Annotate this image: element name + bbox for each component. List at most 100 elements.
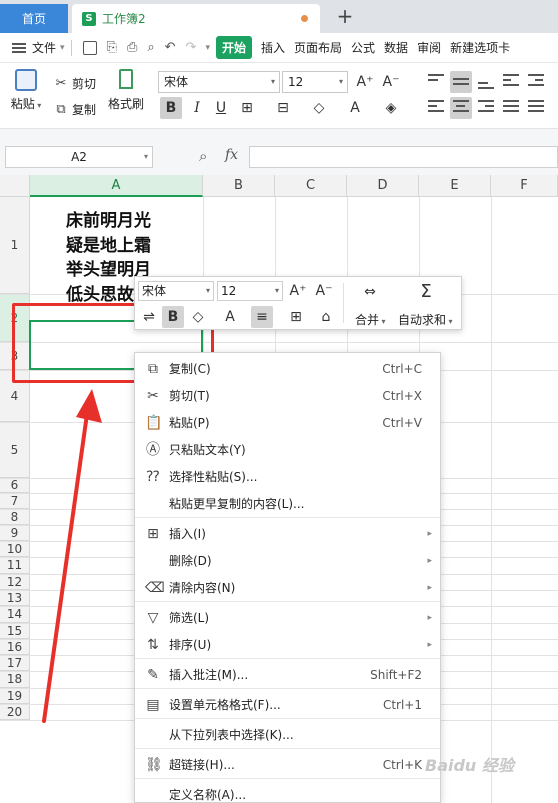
save-icon[interactable] bbox=[82, 40, 97, 55]
redo-icon[interactable]: ↷ bbox=[186, 40, 197, 55]
name-box[interactable]: A2 ▾ bbox=[5, 146, 153, 168]
context-menu-item[interactable]: ▤ 设置单元格格式(F)... Ctrl+1 bbox=[135, 691, 440, 718]
justify-icon[interactable] bbox=[500, 97, 522, 119]
row-header-19[interactable]: 19 bbox=[0, 688, 30, 704]
cut-button[interactable]: ✂ 剪切 bbox=[54, 75, 96, 92]
context-menu-item[interactable]: ⧉ 复制(C) Ctrl+C bbox=[135, 355, 440, 382]
copy-button[interactable]: ⧉ 复制 bbox=[54, 101, 96, 118]
tab-workbook[interactable]: S 工作簿2 bbox=[72, 4, 320, 33]
indent-increase-icon[interactable] bbox=[525, 71, 547, 93]
context-menu-item[interactable]: ⌫ 清除内容(N) ▸ bbox=[135, 574, 440, 601]
align-bottom-icon[interactable] bbox=[475, 71, 497, 93]
row-header-16[interactable]: 16 bbox=[0, 639, 30, 655]
context-menu-item[interactable]: ⁇ 选择性粘贴(S)... bbox=[135, 463, 440, 490]
font-size-select[interactable]: 12 ▾ bbox=[282, 71, 348, 93]
decrease-font-icon[interactable]: A⁻ bbox=[380, 71, 402, 93]
context-menu-item[interactable]: ✎ 插入批注(M)... Shift+F2 bbox=[135, 661, 440, 688]
mini-font-name-select[interactable]: 宋体 ▾ bbox=[138, 281, 214, 301]
context-menu-item[interactable]: 📋 粘贴(P) Ctrl+V bbox=[135, 409, 440, 436]
new-tab-button[interactable]: + bbox=[335, 4, 355, 29]
column-header-a[interactable]: A bbox=[30, 175, 203, 197]
row-header-6[interactable]: 6 bbox=[0, 478, 30, 493]
row-header-5[interactable]: 5 bbox=[0, 422, 30, 478]
font-color-icon[interactable]: A bbox=[344, 97, 366, 119]
menu-insert[interactable]: 插入 bbox=[261, 39, 285, 56]
row-header-12[interactable]: 12 bbox=[0, 574, 30, 590]
eraser-icon[interactable]: ◈ bbox=[380, 97, 402, 119]
merge-button[interactable]: 合并 ▾ bbox=[355, 311, 386, 328]
context-menu-item[interactable]: 从下拉列表中选择(K)... bbox=[135, 721, 440, 748]
mini-align-center-icon[interactable]: ≡ bbox=[251, 306, 273, 328]
row-header-9[interactable]: 9 bbox=[0, 525, 30, 541]
fx-icon[interactable]: fx bbox=[225, 147, 238, 163]
indent-decrease-icon[interactable] bbox=[500, 71, 522, 93]
mini-bold-button[interactable]: B bbox=[162, 306, 184, 328]
column-header-f[interactable]: F bbox=[491, 175, 558, 197]
menu-file[interactable]: 文件 bbox=[32, 39, 56, 56]
context-menu-item[interactable]: Ⓐ 只粘贴文本(Y) bbox=[135, 436, 440, 463]
chevron-down-icon[interactable]: ▾ bbox=[60, 43, 65, 53]
more-chevron-icon[interactable]: ▾ bbox=[205, 43, 210, 53]
menu-start[interactable]: 开始 bbox=[215, 36, 252, 59]
strikethrough-icon[interactable]: ⊟ bbox=[272, 97, 294, 119]
row-header-11[interactable]: 11 bbox=[0, 557, 30, 574]
context-menu-item[interactable]: ✂ 剪切(T) Ctrl+X bbox=[135, 382, 440, 409]
context-menu-item[interactable]: 删除(D) ▸ bbox=[135, 547, 440, 574]
context-menu-item[interactable]: ⛓ 超链接(H)... Ctrl+K bbox=[135, 751, 440, 778]
align-top-icon[interactable] bbox=[425, 71, 447, 93]
row-header-7[interactable]: 7 bbox=[0, 493, 30, 509]
mini-border-icon[interactable]: ⊞ bbox=[285, 306, 307, 328]
row-header-8[interactable]: 8 bbox=[0, 509, 30, 525]
column-header-c[interactable]: C bbox=[275, 175, 347, 197]
menu-review[interactable]: 审阅 bbox=[417, 39, 441, 56]
mini-font-size-select[interactable]: 12 ▾ bbox=[217, 281, 283, 301]
print-icon[interactable]: ⎙ bbox=[127, 40, 137, 55]
mini-format-painter-icon[interactable]: ⌂ bbox=[315, 306, 337, 328]
border-icon[interactable]: ⊞ bbox=[236, 97, 258, 119]
undo-icon[interactable]: ↶ bbox=[165, 40, 176, 55]
row-header-1[interactable]: 1 bbox=[0, 197, 30, 294]
row-header-14[interactable]: 14 bbox=[0, 606, 30, 623]
row-header-13[interactable]: 13 bbox=[0, 590, 30, 606]
menu-page-layout[interactable]: 页面布局 bbox=[294, 39, 342, 56]
menu-data[interactable]: 数据 bbox=[384, 39, 408, 56]
menu-formula[interactable]: 公式 bbox=[351, 39, 375, 56]
column-header-e[interactable]: E bbox=[419, 175, 491, 197]
context-menu-item[interactable]: ⇅ 排序(U) ▸ bbox=[135, 631, 440, 658]
merge-icon[interactable]: ⇔ bbox=[359, 281, 381, 303]
mini-font-color-icon[interactable]: A bbox=[219, 306, 241, 328]
autosum-button[interactable]: 自动求和 ▾ bbox=[398, 311, 453, 328]
select-all-corner[interactable] bbox=[0, 175, 30, 197]
distributed-icon[interactable] bbox=[525, 97, 547, 119]
increase-font-icon[interactable]: A⁺ bbox=[354, 71, 376, 93]
mini-fill-color-icon[interactable]: ◇ bbox=[187, 306, 209, 328]
align-right-icon[interactable] bbox=[475, 97, 497, 119]
row-header-17[interactable]: 17 bbox=[0, 655, 30, 671]
format-painter-button[interactable]: 格式刷 bbox=[104, 69, 148, 112]
row-header-18[interactable]: 18 bbox=[0, 671, 30, 688]
italic-button[interactable]: I bbox=[186, 97, 208, 119]
mini-decrease-font-icon[interactable]: A⁻ bbox=[313, 280, 335, 302]
mini-wrap-icon[interactable]: ⇌ bbox=[138, 306, 160, 328]
paste-button[interactable]: 粘贴 ▾ bbox=[8, 69, 44, 112]
context-menu-item[interactable]: 粘贴更早复制的内容(L)... bbox=[135, 490, 440, 517]
row-header-10[interactable]: 10 bbox=[0, 541, 30, 557]
fill-color-icon[interactable]: ◇ bbox=[308, 97, 330, 119]
align-middle-icon[interactable] bbox=[450, 71, 472, 93]
row-header-15[interactable]: 15 bbox=[0, 623, 30, 639]
underline-button[interactable]: U bbox=[210, 97, 232, 119]
context-menu-item[interactable]: ⊞ 插入(I) ▸ bbox=[135, 520, 440, 547]
formula-input[interactable] bbox=[249, 146, 558, 168]
bold-button[interactable]: B bbox=[160, 97, 182, 119]
align-center-icon[interactable] bbox=[450, 97, 472, 119]
print-preview-icon[interactable]: ⌕ bbox=[147, 40, 154, 55]
row-header-20[interactable]: 20 bbox=[0, 704, 30, 720]
context-menu-item[interactable]: 定义名称(A)... bbox=[135, 781, 440, 803]
mini-increase-font-icon[interactable]: A⁺ bbox=[287, 280, 309, 302]
context-menu-item[interactable]: ▽ 筛选(L) ▸ bbox=[135, 604, 440, 631]
tab-home[interactable]: 首页 bbox=[0, 4, 68, 33]
align-left-icon[interactable] bbox=[425, 97, 447, 119]
menu-new-tab[interactable]: 新建选项卡 bbox=[450, 39, 510, 56]
hamburger-icon[interactable] bbox=[12, 41, 26, 55]
column-header-b[interactable]: B bbox=[203, 175, 275, 197]
